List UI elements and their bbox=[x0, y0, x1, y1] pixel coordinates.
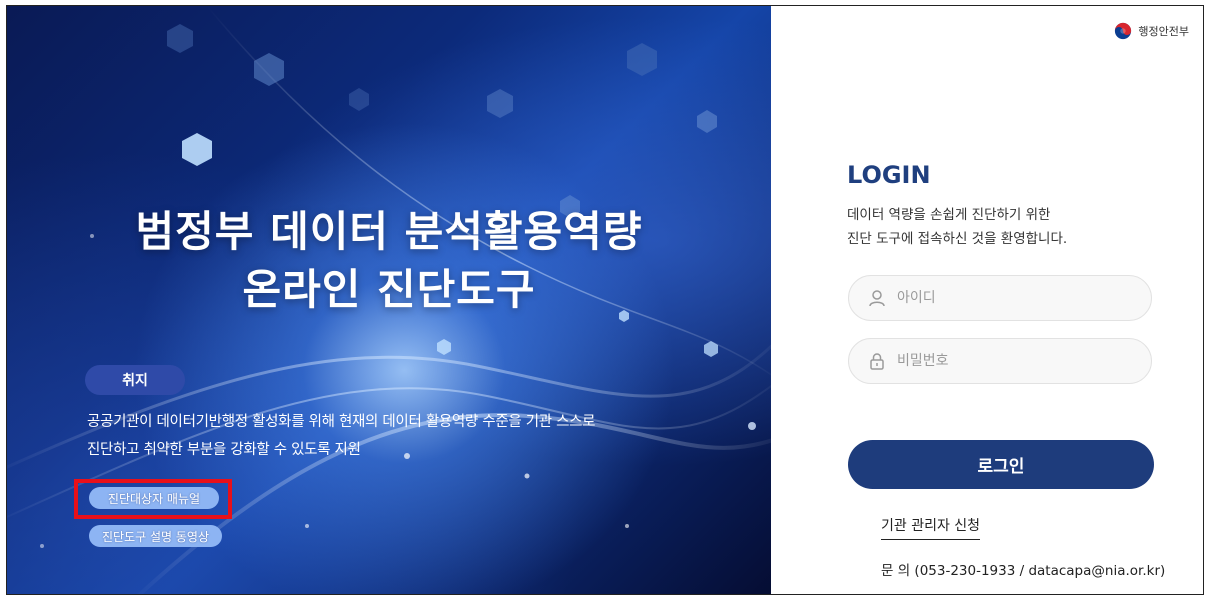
page-frame: 범정부 데이터 분석활용역량 온라인 진단도구 취지 공공기관이 데이터기반행정… bbox=[6, 5, 1204, 595]
id-field[interactable] bbox=[848, 275, 1152, 321]
contact-info: 문 의 (053-230-1933 / datacapa@nia.or.kr) bbox=[881, 563, 1166, 579]
login-panel: 행정안전부 LOGIN 데이터 역량을 손쉽게 진단하기 위한 진단 도구에 접… bbox=[771, 6, 1203, 594]
hero-panel: 범정부 데이터 분석활용역량 온라인 진단도구 취지 공공기관이 데이터기반행정… bbox=[7, 6, 771, 594]
login-title: LOGIN bbox=[847, 161, 931, 189]
user-icon bbox=[869, 290, 885, 307]
login-button[interactable]: 로그인 bbox=[848, 440, 1154, 489]
password-input[interactable] bbox=[895, 352, 1129, 370]
welcome-text-line1: 데이터 역량을 손쉽게 진단하기 위한 bbox=[847, 207, 1051, 223]
hero-title-line1: 범정부 데이터 분석활용역량 bbox=[135, 207, 643, 256]
hero-title-line2: 온라인 진단도구 bbox=[242, 265, 536, 314]
highlight-box bbox=[74, 479, 232, 519]
admin-apply-link[interactable]: 기관 관리자 신청 bbox=[881, 515, 981, 540]
video-guide-button[interactable]: 진단도구 설명 동영상 bbox=[89, 525, 222, 547]
purpose-description-line1: 공공기관이 데이터기반행정 활성화를 위해 현재의 데이터 활용역량 수준을 기… bbox=[87, 414, 596, 430]
password-field[interactable] bbox=[848, 338, 1152, 384]
purpose-description-line2: 진단하고 취약한 부분을 강화할 수 있도록 지원 bbox=[87, 442, 361, 458]
id-input[interactable] bbox=[895, 289, 1129, 307]
gov-logo[interactable]: 행정안전부 bbox=[1114, 22, 1189, 40]
taegeuk-logo-icon bbox=[1115, 22, 1132, 40]
gov-name: 행정안전부 bbox=[1138, 25, 1189, 38]
lock-icon bbox=[870, 353, 884, 370]
purpose-badge: 취지 bbox=[85, 365, 185, 395]
welcome-text-line2: 진단 도구에 접속하신 것을 환영합니다. bbox=[847, 231, 1068, 247]
